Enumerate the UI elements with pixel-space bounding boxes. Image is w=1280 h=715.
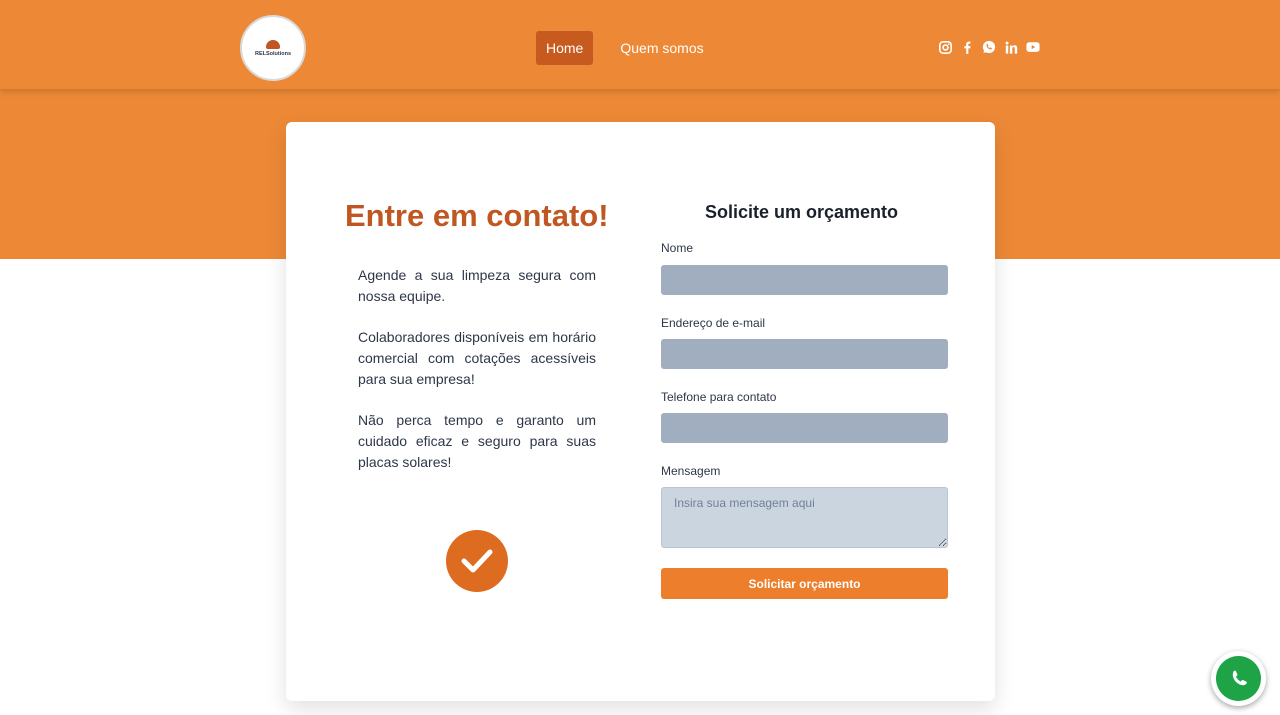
site-header: RELSolutions Home Quem somos xyxy=(0,0,1280,89)
logo-text: RELSolutions xyxy=(254,50,292,57)
contact-card: Entre em contato! Agende a sua limpeza s… xyxy=(286,122,995,701)
name-field[interactable] xyxy=(661,265,948,295)
whatsapp-icon[interactable] xyxy=(982,40,996,54)
message-field[interactable] xyxy=(661,487,948,548)
main-nav: Home Quem somos xyxy=(536,31,714,65)
contact-title: Entre em contato! xyxy=(345,198,609,233)
nav-quem-somos[interactable]: Quem somos xyxy=(610,31,713,65)
whatsapp-icon xyxy=(1216,656,1261,701)
contact-paragraph-1: Agende a sua limpeza segura com nossa eq… xyxy=(358,267,596,304)
linkedin-icon[interactable] xyxy=(1004,40,1018,54)
logo-helmet-icon xyxy=(266,39,280,49)
name-label: Nome xyxy=(661,241,694,255)
contact-paragraph-2: Colaboradores disponíveis em horário com… xyxy=(358,329,596,387)
submit-button[interactable]: Solicitar orçamento xyxy=(661,568,948,599)
phone-field[interactable] xyxy=(661,413,948,443)
instagram-icon[interactable] xyxy=(938,40,952,54)
form-title: Solicite um orçamento xyxy=(705,202,899,222)
youtube-icon[interactable] xyxy=(1026,40,1040,54)
logo[interactable]: RELSolutions xyxy=(240,15,306,81)
phone-label: Telefone para contato xyxy=(661,390,777,404)
check-circle-icon xyxy=(446,530,508,592)
whatsapp-float-button[interactable] xyxy=(1211,651,1266,706)
message-label: Mensagem xyxy=(661,464,721,478)
social-links xyxy=(938,40,1040,54)
nav-home[interactable]: Home xyxy=(536,31,594,65)
contact-paragraph-3: Não perca tempo e garanto um cuidado efi… xyxy=(358,412,596,470)
facebook-icon[interactable] xyxy=(960,40,974,54)
email-label: Endereço de e-mail xyxy=(661,316,766,330)
email-field[interactable] xyxy=(661,339,948,369)
